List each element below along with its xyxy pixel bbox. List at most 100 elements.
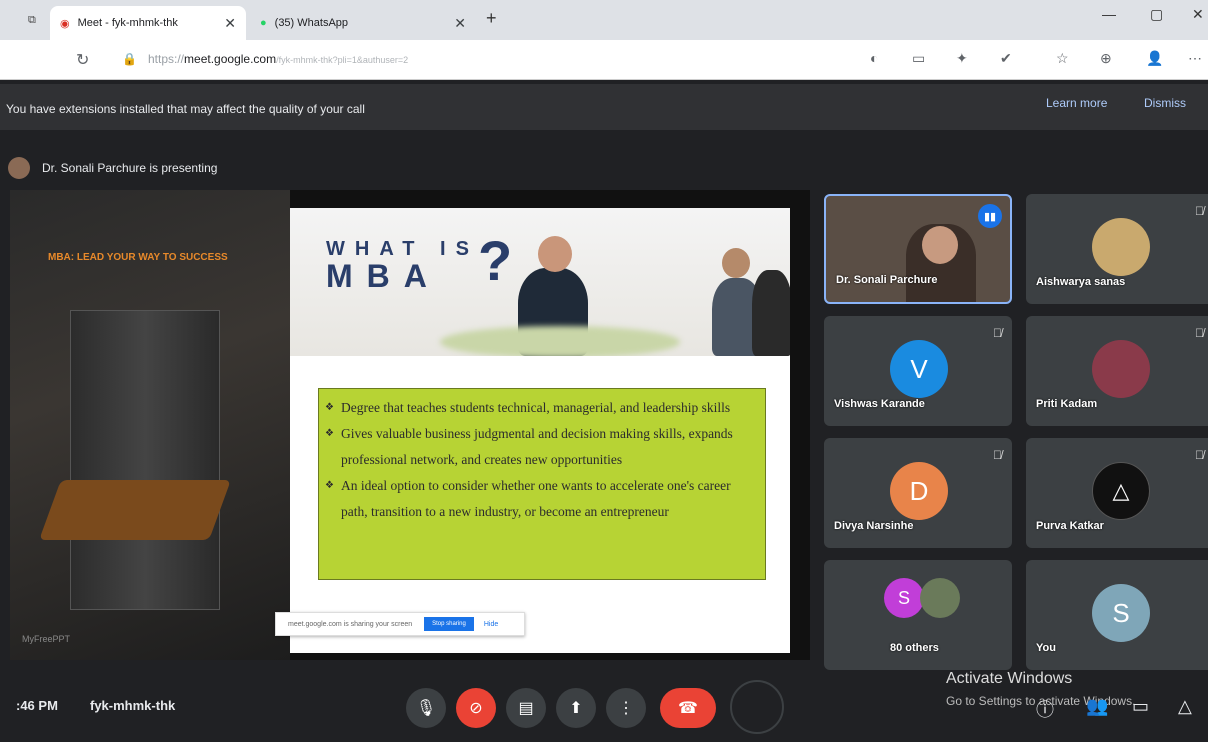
participant-tile[interactable]: 🎙̸ Priti Kadam [1026,316,1208,426]
participant-avatar: S [884,578,924,618]
close-window-icon[interactable]: ✕ [1192,6,1204,23]
check-extension-icon[interactable]: ✔ [1000,50,1012,67]
share-text: meet.google.com is sharing your screen [288,620,413,628]
bullet-item: Degree that teaches students technical, … [325,395,757,421]
presentation-stage: MBA: LEAD YOUR WAY TO SUCCESS MyFreePPT … [10,190,810,660]
slide-title-bottom: MBA [326,258,441,294]
slide-tagline: MBA: LEAD YOUR WAY TO SUCCESS [48,252,228,263]
avatar-initial: V [910,353,928,384]
present-button[interactable]: ⬆ [556,688,596,728]
presenter-avatar [8,157,30,179]
plant-graphic [440,326,680,356]
meeting-time: :46 PM [16,698,58,713]
avatar-initial: S [897,587,910,608]
minimize-icon[interactable]: — [1102,6,1116,22]
tab-actions-icon[interactable]: ⧉ [28,14,36,27]
avatar-initial: S [1112,597,1130,628]
url-rest: /fyk-mhmk-thk?pli=1&authuser=2 [276,55,409,65]
people-icon[interactable]: 👥 [1086,696,1108,717]
participant-tile[interactable]: S You [1026,560,1208,670]
browser-tab-bar: ⧉ ◉ Meet - fyk-mhmk-thk ✕ ● (35) WhatsAp… [0,0,1208,40]
watermark: MyFreePPT [22,634,71,644]
participant-tile[interactable]: 🎙̸ Aishwarya sanas [1026,194,1208,304]
businessman-head [538,236,572,272]
tab-whatsapp-label: (35) WhatsApp [274,17,349,29]
collections-icon[interactable]: ⊕ [1100,50,1112,67]
cursor-ring [730,680,784,734]
participant-avatar: D [890,462,948,520]
slide-header-image: WHAT IS MBA ? [290,208,790,356]
stop-sharing-button[interactable]: Stop sharing [424,617,474,631]
cast-icon[interactable]: ▭ [912,50,925,67]
captions-icon: ▤ [518,700,534,717]
activate-windows-title: Activate Windows [946,670,1073,687]
info-icon[interactable]: ⓘ [1036,696,1054,722]
dismiss-button[interactable]: Dismiss [1144,96,1186,110]
chair-graphic [39,480,231,540]
screen-share-bar: meet.google.com is sharing your screen S… [275,612,525,636]
address-bar: ↻ 🔒 https://meet.google.com/fyk-mhmk-thk… [0,40,1208,80]
door-graphic [70,310,220,610]
url-prefix: https:// [148,52,185,66]
profile-icon[interactable]: 👤 [1146,50,1163,67]
participant-name: You [1036,642,1056,654]
hide-button[interactable]: Hide [484,621,498,628]
participant-tile[interactable]: S 80 others [824,560,1012,670]
camera-indicator-icon[interactable]: ◐ [870,50,878,66]
refresh-icon[interactable]: ↻ [76,50,89,70]
mic-off-icon: 🎙̸ [1195,448,1204,462]
participant-face [922,226,958,264]
participant-tile[interactable]: ▮▮ Dr. Sonali Parchure [824,194,1012,304]
new-tab-icon[interactable]: + [486,8,497,29]
activities-icon[interactable]: △ [1178,696,1192,717]
slide-question-mark: ? [478,229,513,292]
mic-off-icon: 🎙̸ [1195,326,1204,340]
participant-tile[interactable]: △ 🎙̸ Purva Katkar [1026,438,1208,548]
speaking-indicator-icon: ▮▮ [978,204,1002,228]
tab-whatsapp[interactable]: ● (35) WhatsApp ✕ [250,6,476,40]
extension-notice-text: You have extensions installed that may a… [6,102,365,116]
extension-icon[interactable]: ✦ [956,50,968,67]
participant-name: Dr. Sonali Parchure [836,274,938,286]
tab-meet[interactable]: ◉ Meet - fyk-mhmk-thk ✕ [50,6,246,40]
mic-off-icon: 🎙̸ [993,326,1002,340]
slide-background-photo: MBA: LEAD YOUR WAY TO SUCCESS MyFreePPT [10,190,290,660]
colleague-figure-2 [752,270,790,356]
url-host: meet.google.com [184,52,277,66]
whatsapp-icon: ● [260,17,267,29]
colleague-head [722,248,750,278]
mic-off-icon: 🎙̸ [1195,204,1204,218]
close-tab-icon[interactable]: ✕ [454,15,466,32]
camera-off-icon: ⊘ [469,700,483,717]
participant-avatar [920,578,960,618]
leave-call-button[interactable]: ☎ [660,688,716,728]
lock-icon: 🔒 [122,52,137,66]
presenter-text: Dr. Sonali Parchure is presenting [42,161,218,175]
maximize-icon[interactable]: ▢ [1150,6,1163,23]
hang-up-icon: ☎ [678,700,698,717]
more-menu-icon[interactable]: ⋯ [1188,50,1202,67]
extension-notice-bar: You have extensions installed that may a… [0,84,1208,130]
participant-name: Priti Kadam [1036,398,1098,410]
participant-tile[interactable]: V 🎙̸ Vishwas Karande [824,316,1012,426]
url-field[interactable]: https://meet.google.com/fyk-mhmk-thk?pli… [148,52,408,66]
participant-avatar: △ [1092,462,1150,520]
captions-button[interactable]: ▤ [506,688,546,728]
learn-more-link[interactable]: Learn more [1046,96,1107,110]
participant-name: 80 others [890,642,939,654]
camera-off-button[interactable]: ⊘ [456,688,496,728]
more-options-button[interactable]: ⋮ [606,688,646,728]
participant-tile[interactable]: D 🎙̸ Divya Narsinhe [824,438,1012,548]
favorites-icon[interactable]: ☆ [1056,50,1069,67]
chat-icon[interactable]: ▭ [1132,696,1149,717]
meeting-code: fyk-mhmk-thk [90,698,176,713]
participant-name: Divya Narsinhe [834,520,914,532]
slide-content: WHAT IS MBA ? Degree that teaches studen… [290,208,790,653]
mic-icon: 🎙 [415,700,437,717]
close-tab-icon[interactable]: ✕ [224,15,236,32]
slide-title: WHAT IS MBA [326,238,479,294]
mic-button[interactable]: 🎙 [406,688,446,728]
participant-name: Purva Katkar [1036,520,1104,532]
meeting-controls-bar: :46 PM fyk-mhmk-thk Activate Windows Go … [0,670,1208,742]
bullet-item: Gives valuable business judgmental and d… [325,421,757,473]
